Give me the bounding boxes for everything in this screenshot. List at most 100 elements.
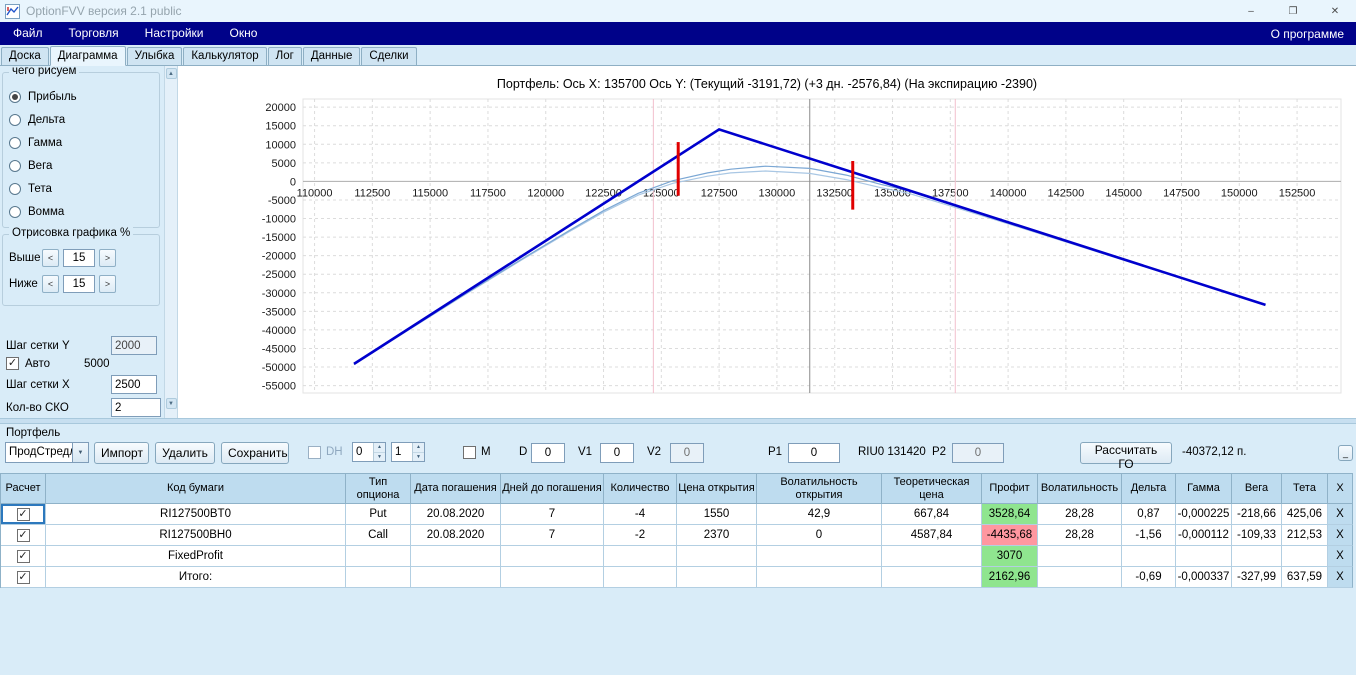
col-header-7[interactable]: Волатильность открытия: [757, 474, 882, 504]
tab-0[interactable]: Доска: [1, 47, 49, 65]
row-0-cell-6[interactable]: 1550: [677, 504, 757, 525]
menu-item-0[interactable]: Файл: [0, 22, 56, 45]
row-2-cell-8[interactable]: [882, 546, 982, 567]
spin-a-arrows[interactable]: ▲ ▼: [373, 443, 385, 461]
row-2-calc-cell[interactable]: ✓: [1, 546, 46, 567]
row-1-cell-5[interactable]: -2: [604, 525, 677, 546]
row-1-calc-checkbox[interactable]: ✓: [16, 528, 30, 542]
range-increase-button[interactable]: >: [99, 275, 116, 293]
v1-input[interactable]: [600, 443, 634, 463]
menu-item-1[interactable]: Торговля: [56, 22, 132, 45]
draw-option-4[interactable]: Тета: [9, 177, 159, 200]
menu-item-about[interactable]: О программе: [1259, 27, 1356, 41]
row-3-calc-cell[interactable]: ✓: [1, 567, 46, 588]
row-3-cell-7[interactable]: [757, 567, 882, 588]
radio-icon[interactable]: [9, 90, 21, 103]
row-0-cell-1[interactable]: RI127500BT0: [46, 504, 346, 525]
m-checkbox[interactable]: [463, 446, 476, 459]
row-1-cell-9[interactable]: -4435,68: [982, 525, 1038, 546]
col-header-1[interactable]: Код бумаги: [46, 474, 346, 504]
spin-b-input[interactable]: [392, 443, 412, 461]
draw-option-0[interactable]: Прибыль: [9, 85, 159, 108]
row-2-cell-3[interactable]: [411, 546, 501, 567]
row-3-delete-button[interactable]: X: [1328, 567, 1353, 588]
row-0-delete-button[interactable]: X: [1328, 504, 1353, 525]
col-header-13[interactable]: Вега: [1232, 474, 1282, 504]
row-1-cell-10[interactable]: 28,28: [1038, 525, 1122, 546]
col-header-14[interactable]: Тета: [1282, 474, 1328, 504]
row-2-cell-13[interactable]: [1232, 546, 1282, 567]
delete-button[interactable]: Удалить: [155, 442, 215, 464]
row-1-cell-7[interactable]: 0: [757, 525, 882, 546]
row-1-delete-button[interactable]: X: [1328, 525, 1353, 546]
grid-step-x-input[interactable]: [111, 375, 157, 394]
calc-go-button[interactable]: Рассчитать ГО: [1080, 442, 1172, 471]
row-1-cell-2[interactable]: Call: [346, 525, 411, 546]
spin-a-input[interactable]: [353, 443, 373, 461]
save-button[interactable]: Сохранить: [221, 442, 289, 464]
maximize-button[interactable]: ❐: [1272, 0, 1314, 22]
col-header-8[interactable]: Теоретическая цена: [882, 474, 982, 504]
col-header-10[interactable]: Волатильность: [1038, 474, 1122, 504]
d-input[interactable]: [531, 443, 565, 463]
row-3-cell-1[interactable]: Итого:: [46, 567, 346, 588]
row-3-cell-5[interactable]: [604, 567, 677, 588]
spin-a[interactable]: ▲▼: [352, 442, 386, 462]
row-1-cell-4[interactable]: 7: [501, 525, 604, 546]
row-0-cell-7[interactable]: 42,9: [757, 504, 882, 525]
row-3-cell-10[interactable]: [1038, 567, 1122, 588]
radio-icon[interactable]: [9, 205, 21, 218]
row-2-cell-2[interactable]: [346, 546, 411, 567]
row-0-cell-12[interactable]: -0,000225: [1176, 504, 1232, 525]
row-2-cell-4[interactable]: [501, 546, 604, 567]
row-0-cell-13[interactable]: -218,66: [1232, 504, 1282, 525]
spin-b[interactable]: ▲▼: [391, 442, 425, 462]
row-0-cell-10[interactable]: 28,28: [1038, 504, 1122, 525]
row-0-cell-11[interactable]: 0,87: [1122, 504, 1176, 525]
scroll-down-icon[interactable]: ▼: [165, 398, 177, 409]
row-2-cell-10[interactable]: [1038, 546, 1122, 567]
row-2-cell-1[interactable]: FixedProfit: [46, 546, 346, 567]
row-1-cell-3[interactable]: 20.08.2020: [411, 525, 501, 546]
range-decrease-button[interactable]: <: [42, 249, 59, 267]
draw-option-2[interactable]: Гамма: [9, 131, 159, 154]
col-header-0[interactable]: Расчет: [1, 474, 46, 504]
row-2-cell-5[interactable]: [604, 546, 677, 567]
range-value-input[interactable]: [63, 275, 95, 293]
scroll-up-icon[interactable]: ▲: [165, 68, 177, 79]
col-header-4[interactable]: Дней до погашения: [501, 474, 604, 504]
row-3-cell-4[interactable]: [501, 567, 604, 588]
row-2-calc-checkbox[interactable]: ✓: [16, 549, 30, 563]
tab-3[interactable]: Калькулятор: [183, 47, 267, 65]
row-2-cell-11[interactable]: [1122, 546, 1176, 567]
col-header-6[interactable]: Цена открытия: [677, 474, 757, 504]
row-2-cell-7[interactable]: [757, 546, 882, 567]
row-1-cell-8[interactable]: 4587,84: [882, 525, 982, 546]
radio-icon[interactable]: [9, 136, 21, 149]
row-3-cell-14[interactable]: 637,59: [1282, 567, 1328, 588]
tab-6[interactable]: Сделки: [361, 47, 417, 65]
combo-dropdown-icon[interactable]: ▼: [72, 443, 88, 462]
row-3-cell-9[interactable]: 2162,96: [982, 567, 1038, 588]
profit-chart[interactable]: 20000 15000 10000 5000 0 -5000 -10000 -15000 -20…: [178, 93, 1354, 403]
row-1-cell-13[interactable]: -109,33: [1232, 525, 1282, 546]
sko-count-input[interactable]: [111, 398, 161, 417]
menu-item-3[interactable]: Окно: [217, 22, 271, 45]
row-2-cell-6[interactable]: [677, 546, 757, 567]
draw-option-3[interactable]: Вега: [9, 154, 159, 177]
tab-4[interactable]: Лог: [267, 47, 302, 65]
col-header-5[interactable]: Количество: [604, 474, 677, 504]
col-header-2[interactable]: Тип опциона: [346, 474, 411, 504]
row-3-cell-6[interactable]: [677, 567, 757, 588]
row-0-cell-9[interactable]: 3528,64: [982, 504, 1038, 525]
row-3-cell-11[interactable]: -0,69: [1122, 567, 1176, 588]
row-2-cell-12[interactable]: [1176, 546, 1232, 567]
draw-option-1[interactable]: Дельта: [9, 108, 159, 131]
tab-2[interactable]: Улыбка: [126, 47, 183, 65]
col-header-9[interactable]: Профит: [982, 474, 1038, 504]
row-0-cell-5[interactable]: -4: [604, 504, 677, 525]
tab-5[interactable]: Данные: [302, 47, 361, 65]
radio-icon[interactable]: [9, 182, 21, 195]
p1-input[interactable]: [788, 443, 840, 463]
draw-option-5[interactable]: Вомма: [9, 200, 159, 223]
